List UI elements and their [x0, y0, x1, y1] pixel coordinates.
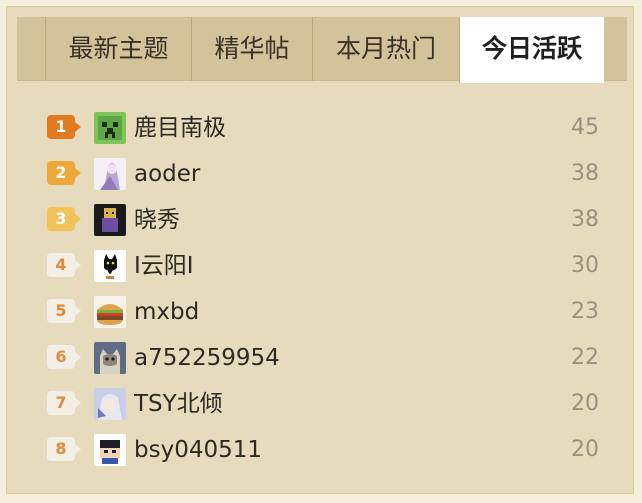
post-count: 23	[571, 299, 599, 324]
list-item: 2 aoder 38	[47, 158, 607, 204]
rank-badge: 6	[47, 345, 81, 369]
cat-photo-avatar-icon[interactable]	[94, 342, 126, 374]
ranking-list: 1 鹿目南极 45 2 aoder 38 3 晓秀 38 4 I云阳I 30 5…	[47, 112, 607, 480]
list-item: 7 TSY北倾 20	[47, 388, 607, 434]
list-item: 5 mxbd 23	[47, 296, 607, 342]
post-count: 20	[571, 437, 599, 462]
rank-badge: 4	[47, 253, 81, 277]
username-link[interactable]: a752259954	[134, 342, 280, 374]
tab-bar: 最新主题 精华帖 本月热门 今日活跃	[17, 17, 627, 83]
active-users-panel: 最新主题 精华帖 本月热门 今日活跃 1 鹿目南极 45 2 aoder 38 …	[6, 6, 634, 494]
list-item: 6 a752259954 22	[47, 342, 607, 388]
post-count: 38	[571, 207, 599, 232]
rank-badge: 7	[47, 391, 81, 415]
rank-badge: 8	[47, 437, 81, 461]
anime-girl-avatar-icon[interactable]	[94, 158, 126, 190]
tab-today-active[interactable]: 今日活跃	[459, 17, 604, 83]
post-count: 22	[571, 345, 599, 370]
tab-featured-posts[interactable]: 精华帖	[191, 17, 312, 81]
username-link[interactable]: TSY北倾	[134, 388, 223, 420]
list-item: 8 bsy040511 20	[47, 434, 607, 480]
username-link[interactable]: I云阳I	[134, 250, 194, 282]
post-count: 45	[571, 115, 599, 140]
list-item: 4 I云阳I 30	[47, 250, 607, 296]
post-count: 38	[571, 161, 599, 186]
username-link[interactable]: mxbd	[134, 296, 199, 328]
burger-avatar-icon[interactable]	[94, 296, 126, 328]
username-link[interactable]: 鹿目南极	[134, 112, 226, 144]
pixel-character-avatar-icon[interactable]	[94, 434, 126, 466]
tab-latest-topics[interactable]: 最新主题	[45, 17, 191, 81]
rank-badge: 2	[47, 161, 81, 185]
list-item: 3 晓秀 38	[47, 204, 607, 250]
anime-character-avatar-icon[interactable]	[94, 388, 126, 420]
rank-badge: 3	[47, 207, 81, 231]
username-link[interactable]: 晓秀	[134, 204, 180, 236]
rank-badge: 5	[47, 299, 81, 323]
post-count: 20	[571, 391, 599, 416]
list-item: 1 鹿目南极 45	[47, 112, 607, 158]
username-link[interactable]: bsy040511	[134, 434, 262, 466]
creeper-avatar-icon[interactable]	[94, 112, 126, 144]
username-link[interactable]: aoder	[134, 158, 200, 190]
tab-monthly-hot[interactable]: 本月热门	[312, 17, 459, 81]
character-avatar-icon[interactable]	[94, 204, 126, 236]
post-count: 30	[571, 253, 599, 278]
black-cat-avatar-icon[interactable]	[94, 250, 126, 282]
rank-badge: 1	[47, 115, 81, 139]
